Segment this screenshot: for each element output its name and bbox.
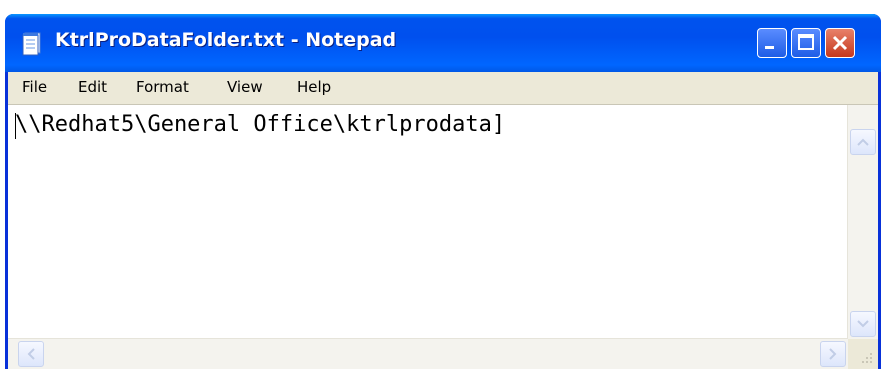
text-editor[interactable]: \\Redhat5\General Office\ktrlprodata]	[8, 105, 848, 339]
arrow-down-icon	[857, 320, 869, 328]
resize-grip-icon	[862, 353, 872, 363]
menu-view[interactable]: View	[227, 78, 263, 96]
horizontal-scrollbar[interactable]	[8, 338, 848, 369]
scroll-down-button[interactable]	[850, 311, 876, 337]
title-bar[interactable]: KtrlProDataFolder.txt - Notepad	[5, 14, 881, 72]
maximize-icon	[798, 34, 814, 50]
scroll-left-button[interactable]	[18, 341, 44, 367]
arrow-up-icon	[857, 138, 869, 146]
scroll-right-button[interactable]	[820, 341, 846, 367]
editor-area: \\Redhat5\General Office\ktrlprodata]	[8, 105, 878, 369]
vertical-scrollbar[interactable]	[847, 105, 878, 339]
menu-edit[interactable]: Edit	[78, 78, 107, 96]
window-title: KtrlProDataFolder.txt - Notepad	[55, 29, 397, 51]
menu-format[interactable]: Format	[136, 78, 189, 96]
menu-help[interactable]: Help	[297, 78, 331, 96]
maximize-button[interactable]	[791, 28, 821, 58]
minimize-button[interactable]	[757, 28, 787, 58]
minimize-icon	[765, 46, 774, 49]
resize-grip[interactable]	[848, 339, 878, 369]
arrow-left-icon	[27, 348, 35, 360]
menu-bar: File Edit Format View Help	[8, 72, 878, 105]
notepad-window: KtrlProDataFolder.txt - Notepad File Edi…	[5, 14, 881, 369]
text-caret	[15, 113, 16, 139]
close-button[interactable]	[825, 28, 855, 58]
arrow-right-icon	[829, 348, 837, 360]
scroll-up-button[interactable]	[850, 129, 876, 155]
menu-file[interactable]: File	[22, 78, 47, 96]
close-icon	[832, 35, 848, 51]
notepad-icon[interactable]	[19, 30, 45, 56]
